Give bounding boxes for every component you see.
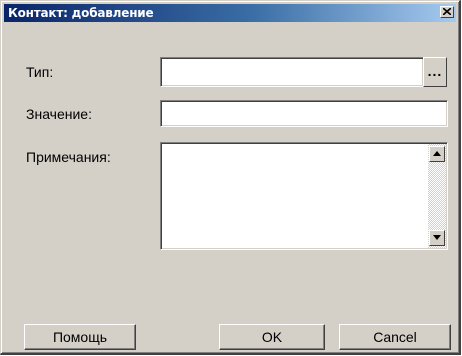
scroll-down-button[interactable] bbox=[429, 230, 445, 246]
close-button[interactable] bbox=[440, 6, 454, 18]
value-label: Значение: bbox=[26, 106, 92, 122]
browse-type-button[interactable]: ... bbox=[423, 57, 447, 87]
arrow-up-icon bbox=[433, 151, 441, 156]
value-field[interactable] bbox=[160, 100, 448, 127]
notes-textarea[interactable] bbox=[160, 142, 448, 250]
ok-button[interactable]: OK bbox=[219, 324, 325, 350]
dialog-window: Контакт: добавление Тип: ... Значение: П… bbox=[0, 0, 461, 355]
notes-label: Примечания: bbox=[26, 149, 111, 165]
title-bar[interactable]: Контакт: добавление bbox=[4, 4, 456, 22]
close-icon bbox=[443, 8, 451, 15]
type-label: Тип: bbox=[26, 64, 54, 80]
help-button[interactable]: Помощь bbox=[24, 324, 136, 350]
type-field[interactable] bbox=[160, 57, 424, 87]
cancel-button[interactable]: Cancel bbox=[339, 324, 451, 350]
scroll-up-button[interactable] bbox=[429, 146, 445, 162]
window-title: Контакт: добавление bbox=[8, 6, 154, 20]
notes-scrollbar[interactable] bbox=[428, 144, 446, 248]
arrow-down-icon bbox=[433, 235, 441, 240]
